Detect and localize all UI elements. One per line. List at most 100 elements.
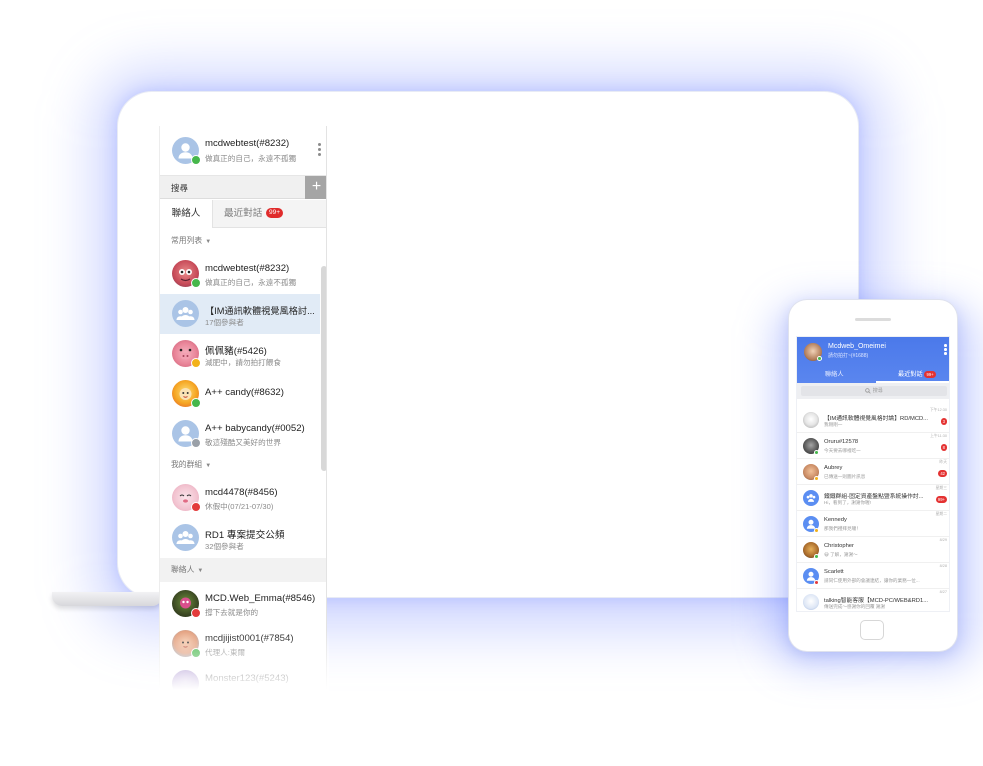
online-status-dot (191, 278, 201, 288)
conversation-preview: 傳送完成～感謝你的回覆 謝謝 (824, 604, 885, 609)
contact-name: mcd4478(#8456) (205, 487, 278, 498)
conversation-name: talking智能客服【MCD-PC/WEB&RD1... (824, 598, 929, 604)
list-item[interactable]: mcdjijist0001(#7854) 代理人:東爾 (160, 624, 320, 664)
section-my-groups[interactable]: 我的群組 ▼ (160, 453, 320, 477)
list-item[interactable]: A++ babycandy(#0052) 敬這殘酷又美好的世界 (160, 414, 320, 454)
conversation-row[interactable]: Aubrey 已傳送一則圖片訊息 昨天 42 (797, 459, 949, 485)
contact-status: 代理人:東爾 (205, 648, 246, 657)
avatar (172, 524, 199, 551)
chevron-down-icon: ▼ (197, 568, 204, 574)
conversation-time: 昨天 (939, 460, 947, 464)
conversation-time: 8/27 (939, 590, 947, 594)
section-contacts-label: 聯絡人 (171, 565, 195, 574)
conversation-name: Christopher (824, 543, 854, 549)
avatar (172, 300, 199, 327)
online-status-dot (814, 450, 819, 455)
contact-name: A++ candy(#8632) (205, 387, 284, 398)
conversation-preview: 今天要去哪裡吃一 (824, 448, 861, 453)
mobile-chat-screen: Mcdweb_Omeimei 請勿拍打~(#1688) 聯絡人 最近對話 99+… (796, 336, 950, 612)
desktop-chat-panel: mcdwebtest(#8232) 做真正的自己，永遠不孤獨 搜尋 + 聯絡人 … (159, 126, 327, 696)
avatar (172, 630, 201, 658)
list-item[interactable]: A++ candy(#8632) (160, 374, 320, 414)
mobile-header: Mcdweb_Omeimei 請勿拍打~(#1688) 聯絡人 最近對話 99+ (797, 337, 949, 383)
conversation-name: Aubrey (824, 465, 843, 471)
busy-status-dot (191, 608, 201, 618)
group-name: 【IM通訊軟體視覺風格討... (205, 306, 315, 316)
more-options-icon[interactable] (318, 143, 322, 157)
avatar (172, 590, 201, 618)
tab-contacts[interactable]: 聯絡人 (160, 200, 213, 228)
online-status-dot (814, 554, 819, 559)
search-bar[interactable]: 搜尋 + (160, 176, 326, 199)
search-input[interactable]: 搜尋 (801, 386, 947, 396)
my-avatar[interactable] (172, 137, 201, 165)
tab-bar: 聯絡人 最近對話 99+ (160, 200, 326, 228)
search-icon (865, 387, 871, 394)
contact-status: 敬這殘酷又美好的世界 (205, 438, 281, 447)
more-options-icon[interactable] (944, 344, 947, 356)
unread-badge: 42 (938, 470, 947, 477)
contact-status: 撐下去就是你的 (205, 608, 259, 617)
conversation-preview: Hi，看到了，謝謝你喔! (824, 500, 871, 505)
conversation-row[interactable]: Christopher 😀 了解，謝謝～ 8/29 (797, 537, 949, 563)
profile-header[interactable]: mcdwebtest(#8232) 做真正的自己，永遠不孤獨 (160, 126, 326, 176)
conversation-preview: 請同仁使用外部的會議連結，讓你的業務一位... (824, 578, 920, 583)
list-item[interactable]: Monster123(#5243) (160, 664, 320, 696)
section-contacts[interactable]: 聯絡人 ▼ (160, 558, 326, 582)
section-favorites[interactable]: 常用列表 ▼ (160, 229, 320, 253)
tab-contacts[interactable]: 聯絡人 (825, 369, 844, 378)
conversation-name: Kennedy (824, 517, 847, 523)
scrollbar[interactable] (321, 266, 326, 471)
conversation-name: Scarlett (824, 569, 844, 575)
group-icon (176, 531, 195, 544)
avatar (803, 490, 819, 506)
conversation-name: 【IM通訊軟體視覺風格討論】RD/MCD... (824, 416, 929, 422)
conversation-time: 8/28 (939, 564, 947, 568)
offline-status-dot (191, 438, 201, 448)
conversation-row[interactable]: Oruru#12578 今天要去哪裡吃一 上午11:30 8 (797, 433, 949, 459)
conversation-row[interactable]: talking智能客服【MCD-PC/WEB&RD1... 傳送完成～感謝你的回… (797, 589, 949, 611)
contact-name: 佩佩豬(#5426) (205, 346, 267, 357)
conversation-row[interactable]: Kennedy 那我們禮拜見囉！ 星期二 (797, 511, 949, 537)
contact-status: 減肥中，請勿拍打餵食 (205, 358, 281, 367)
list-item[interactable]: MCD.Web_Emma(#8546) 撐下去就是你的 (160, 584, 320, 624)
conversation-preview: 我剛剛一 (824, 422, 843, 427)
phone-speaker (855, 318, 891, 321)
add-button[interactable]: + (305, 176, 326, 199)
laptop-base (52, 592, 162, 606)
list-item[interactable]: 【IM通訊軟體視覺風格討... 17個參與者 (160, 294, 320, 334)
conversation-row[interactable]: 【IM通訊軟體視覺風格討論】RD/MCD... 我剛剛一 下午12:30 3 (797, 407, 949, 433)
online-status-dot (191, 155, 201, 165)
search-placeholder: 搜尋 (872, 388, 883, 394)
conversation-preview: 已傳送一則圖片訊息 (824, 474, 866, 479)
list-item[interactable]: mcd4478(#8456) 休假中(07/21-07/30) (160, 478, 320, 518)
contact-name: mcdjijist0001(#7854) (205, 633, 294, 644)
away-status-dot (814, 528, 819, 533)
list-item[interactable]: RD1 專案提交公頻 32個參與者 (160, 518, 320, 558)
unread-badge: 3 (940, 418, 947, 425)
group-name: RD1 專案提交公頻 (205, 530, 285, 541)
section-favorites-label: 常用列表 (171, 236, 203, 245)
avatar (803, 412, 819, 428)
chevron-down-icon: ▼ (205, 463, 212, 469)
phone-home-button[interactable] (860, 620, 884, 640)
avatar (172, 420, 201, 448)
contact-name: Monster123(#5243) (205, 673, 289, 684)
conversation-time: 8/29 (939, 538, 947, 542)
conversation-row[interactable]: Scarlett 請同仁使用外部的會議連結，讓你的業務一位... 8/28 (797, 563, 949, 589)
conversation-row[interactable]: 鐵鐵群組-固定資產盤點暨系統操作討... Hi，看到了，謝謝你喔! 星期三 99… (797, 485, 949, 511)
participant-count: 17個參與者 (205, 318, 244, 327)
avatar (172, 380, 201, 408)
search-label: 搜尋 (171, 183, 189, 193)
group-icon (176, 307, 195, 320)
online-status-dot (191, 398, 201, 408)
tab-recent-conversations[interactable]: 最近對話 (224, 200, 262, 228)
tab-recent-conversations[interactable]: 最近對話 99+ (898, 369, 936, 378)
chevron-down-icon: ▼ (205, 239, 212, 245)
busy-status-dot (814, 580, 819, 585)
contact-name: MCD.Web_Emma(#8546) (205, 593, 316, 604)
group-icon (806, 494, 816, 502)
list-item[interactable]: mcdwebtest(#8232) 做真正的自己，永遠不孤獨 (160, 254, 320, 294)
section-groups-label: 我的群組 (171, 460, 203, 469)
list-item[interactable]: 佩佩豬(#5426) 減肥中，請勿拍打餵食 (160, 334, 320, 374)
